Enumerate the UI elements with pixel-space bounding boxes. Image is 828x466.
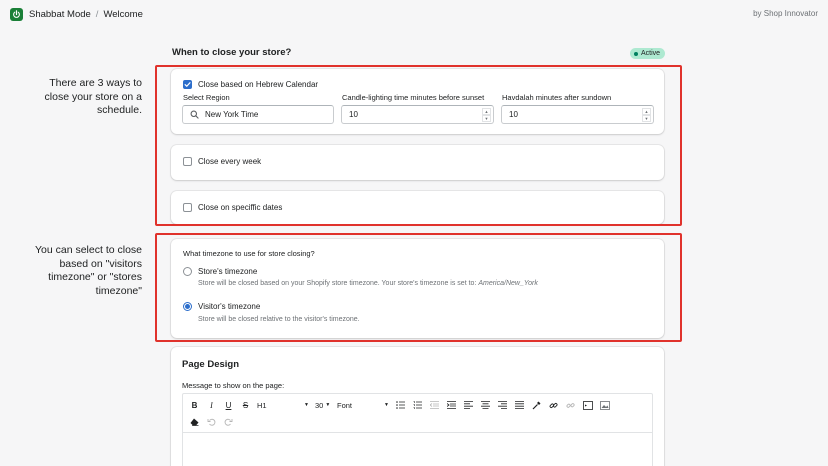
status-badge-label: Active: [641, 50, 661, 57]
rich-text-editor: B I U S H1 ▼ 30 ▼ Font ▼: [182, 393, 653, 466]
align-center-icon[interactable]: [477, 398, 494, 412]
section-heading: When to close your store?: [172, 47, 292, 58]
caret-down-icon: ▼: [384, 402, 389, 408]
redo-icon[interactable]: [220, 415, 237, 429]
outdent-icon[interactable]: [426, 398, 443, 412]
font-select[interactable]: Font ▼: [334, 398, 392, 412]
message-label: Message to show on the page:: [182, 381, 285, 390]
bullet-list-icon[interactable]: [392, 398, 409, 412]
underline-button[interactable]: U: [220, 398, 237, 412]
heading-value: H1: [257, 400, 267, 410]
align-justify-icon[interactable]: [511, 398, 528, 412]
insert-image-icon[interactable]: [596, 398, 613, 412]
undo-icon[interactable]: [203, 415, 220, 429]
bold-button[interactable]: B: [186, 398, 203, 412]
align-left-icon[interactable]: [460, 398, 477, 412]
font-value: Font: [337, 400, 353, 410]
unlink-icon[interactable]: [562, 398, 579, 412]
editor-toolbar-row1: B I U S H1 ▼ 30 ▼ Font ▼: [186, 398, 613, 412]
indent-icon[interactable]: [443, 398, 460, 412]
annotation-box-timezone: [155, 233, 682, 342]
breadcrumb-page: Welcome: [103, 8, 143, 20]
caret-down-icon: ▼: [304, 402, 309, 408]
editor-toolbar-row2: [186, 415, 237, 429]
editor-content-area[interactable]: [183, 432, 652, 466]
top-bar: Shabbat Mode / Welcome: [0, 0, 828, 28]
annotation-note-timezone: You can select to close based on "visito…: [34, 244, 142, 297]
breadcrumb-app[interactable]: Shabbat Mode: [29, 9, 91, 20]
align-right-icon[interactable]: [494, 398, 511, 412]
insert-media-icon[interactable]: [579, 398, 596, 412]
color-picker-icon[interactable]: [528, 398, 545, 412]
page-design-card: Page Design Message to show on the page:…: [171, 347, 664, 466]
developer-credit: by Shop Innovator: [753, 9, 818, 18]
page-design-title: Page Design: [182, 359, 240, 370]
caret-down-icon: ▼: [325, 402, 331, 408]
power-icon: [10, 7, 23, 21]
strikethrough-button[interactable]: S: [237, 398, 254, 412]
annotation-note-ways: There are 3 ways to close your store on …: [44, 77, 142, 116]
annotation-box-schedule: [155, 65, 682, 226]
italic-button[interactable]: I: [203, 398, 220, 412]
font-size-value: 30: [315, 400, 324, 410]
font-size-select[interactable]: 30 ▼: [312, 398, 334, 412]
heading-select[interactable]: H1 ▼: [254, 398, 312, 412]
status-badge: Active: [630, 48, 666, 59]
breadcrumb-separator: /: [95, 8, 99, 20]
status-dot-icon: [634, 51, 638, 56]
numbered-list-icon[interactable]: [409, 398, 426, 412]
eraser-icon[interactable]: [186, 415, 203, 429]
link-icon[interactable]: [545, 398, 562, 412]
